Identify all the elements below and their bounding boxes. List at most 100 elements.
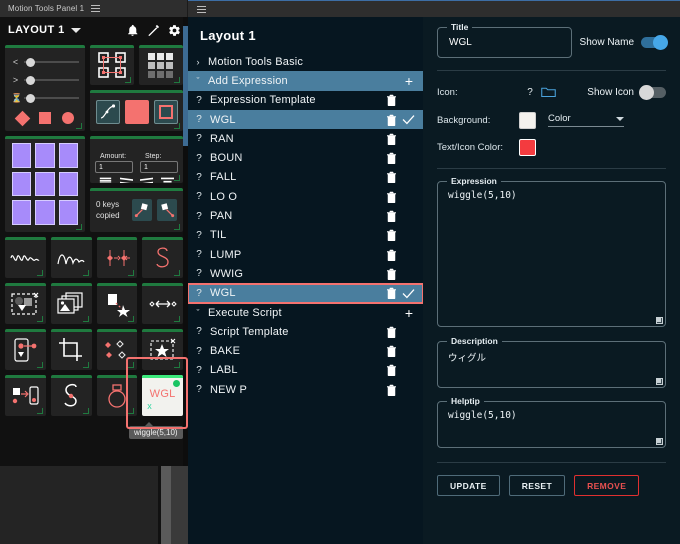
show-icon-toggle[interactable] [639,84,666,100]
transition-tool[interactable] [5,375,46,416]
trash-icon[interactable] [386,345,397,358]
trash-icon[interactable] [386,249,397,261]
help-icon[interactable]: ? [188,249,210,260]
align-stack-icon[interactable] [97,176,114,183]
amount-field[interactable]: Amount: 1 [95,143,133,173]
show-icon-control[interactable]: Show Icon [587,84,666,100]
trash-icon[interactable] [386,326,397,338]
list-item[interactable]: ? Script Template [188,322,423,341]
trash-icon[interactable] [386,133,397,145]
bounce-tool[interactable] [50,237,92,278]
step-input[interactable]: 1 [140,161,178,173]
amount-step-card[interactable]: Amount: 1 Step: 1 [90,136,183,183]
title-field[interactable]: Title WGL [437,22,572,58]
align-skew-left-icon[interactable] [118,176,135,183]
trash-icon[interactable] [386,94,397,107]
sliders-card[interactable]: < > ⏳ [5,45,85,131]
gear-icon[interactable] [168,24,181,37]
trash-icon[interactable] [386,287,397,300]
crop-tool[interactable] [50,329,92,370]
chevron-down-icon[interactable] [70,27,81,33]
list-item[interactable]: ? TIL [188,226,423,245]
add-button[interactable]: + [405,74,415,88]
copy-keys-button[interactable] [131,199,152,221]
update-button[interactable]: UPDATE [437,475,500,496]
list-item[interactable]: ? WWIG [188,264,423,283]
helptip-field[interactable]: Helptip wiggle(5,10) [437,396,666,448]
distribute-grid-card[interactable] [5,136,85,232]
help-icon[interactable]: ? [188,346,210,357]
link-tool[interactable] [96,283,138,324]
list-item[interactable]: ? WGL [188,282,423,304]
help-icon[interactable]: ? [188,114,210,125]
help-icon[interactable]: ? [188,230,210,241]
anchor-points-tool[interactable] [90,45,134,85]
spread-tool[interactable] [142,283,183,324]
grid-align-tool[interactable] [139,45,183,85]
resize-grip[interactable] [656,317,663,324]
help-icon[interactable]: ? [188,268,210,279]
help-icon[interactable]: ? [188,191,210,202]
wgl-expression-tile[interactable]: WGL x [142,375,183,416]
help-icon[interactable]: ? [188,95,210,106]
help-icon[interactable]: ? [188,288,210,299]
resize-grip[interactable] [656,378,663,385]
slider-knob[interactable] [26,57,35,67]
list-item[interactable]: ? BOUN [188,148,423,167]
trash-icon[interactable] [386,152,397,165]
help-icon[interactable]: ? [188,211,210,222]
loop-tool[interactable] [142,237,183,278]
list-group-header[interactable]: ˇ Add Expression + [188,71,423,91]
trash-icon[interactable] [386,191,397,203]
motion-path-tool[interactable] [5,329,46,370]
step-field[interactable]: Step: 1 [140,143,178,173]
list-item[interactable]: ? NEW P [188,380,423,399]
trash-icon[interactable] [386,268,397,280]
trash-icon[interactable] [386,114,397,126]
resize-grip[interactable] [656,438,663,445]
list-item[interactable]: ? Expression Template [188,91,423,110]
fill-tile[interactable] [124,100,149,124]
square-icon[interactable] [38,112,51,124]
add-button[interactable]: + [405,306,415,320]
list-item[interactable]: ? FALL [188,168,423,187]
scatter-tool[interactable] [96,329,138,370]
show-name-toggle[interactable] [641,35,668,50]
hamburger-icon[interactable] [91,5,101,12]
slider-knob[interactable] [26,75,35,85]
list-group-header[interactable]: ˇ Execute Script + [188,303,423,322]
background-mode-select[interactable]: Color [548,113,624,127]
host-scrollbar[interactable] [161,466,171,544]
circle-icon[interactable] [61,112,74,124]
amount-input[interactable]: 1 [95,161,133,173]
path-s-tool[interactable] [50,375,92,416]
duplicate-tool[interactable] [50,283,92,324]
list-item[interactable]: ? BAKE [188,341,423,360]
text-icon-color-swatch[interactable] [519,138,536,156]
curve-tile[interactable] [95,100,120,124]
list-item[interactable]: ? LUMP [188,245,423,264]
trash-icon[interactable] [386,229,397,242]
check-icon[interactable] [402,114,415,125]
background-color-swatch[interactable] [519,111,536,129]
expression-field[interactable]: Expression wiggle(5,10) [437,176,666,327]
align-skew-right-icon[interactable] [138,176,155,183]
help-icon[interactable]: ? [188,133,210,144]
description-field[interactable]: Description ウィグル [437,336,666,388]
list-item[interactable]: ? LO O [188,187,423,206]
chevron-down-icon[interactable]: ˇ [188,308,208,318]
show-name-control[interactable]: Show Name [580,35,668,50]
list-item[interactable]: ? RAN [188,129,423,148]
hamburger-icon[interactable] [197,5,206,13]
precompose-tool[interactable] [5,283,46,324]
chevron-right-icon[interactable]: › [188,57,208,67]
help-icon[interactable]: ? [188,365,210,376]
star-select-tool[interactable] [142,329,183,370]
check-icon[interactable] [402,288,415,299]
remove-button[interactable]: REMOVE [574,475,640,496]
trash-icon[interactable] [386,210,397,223]
purple-grid[interactable] [12,143,78,225]
trash-icon[interactable] [386,171,397,184]
list-item[interactable]: ? LABL [188,361,423,380]
chevron-down-icon[interactable]: ˇ [188,76,208,86]
